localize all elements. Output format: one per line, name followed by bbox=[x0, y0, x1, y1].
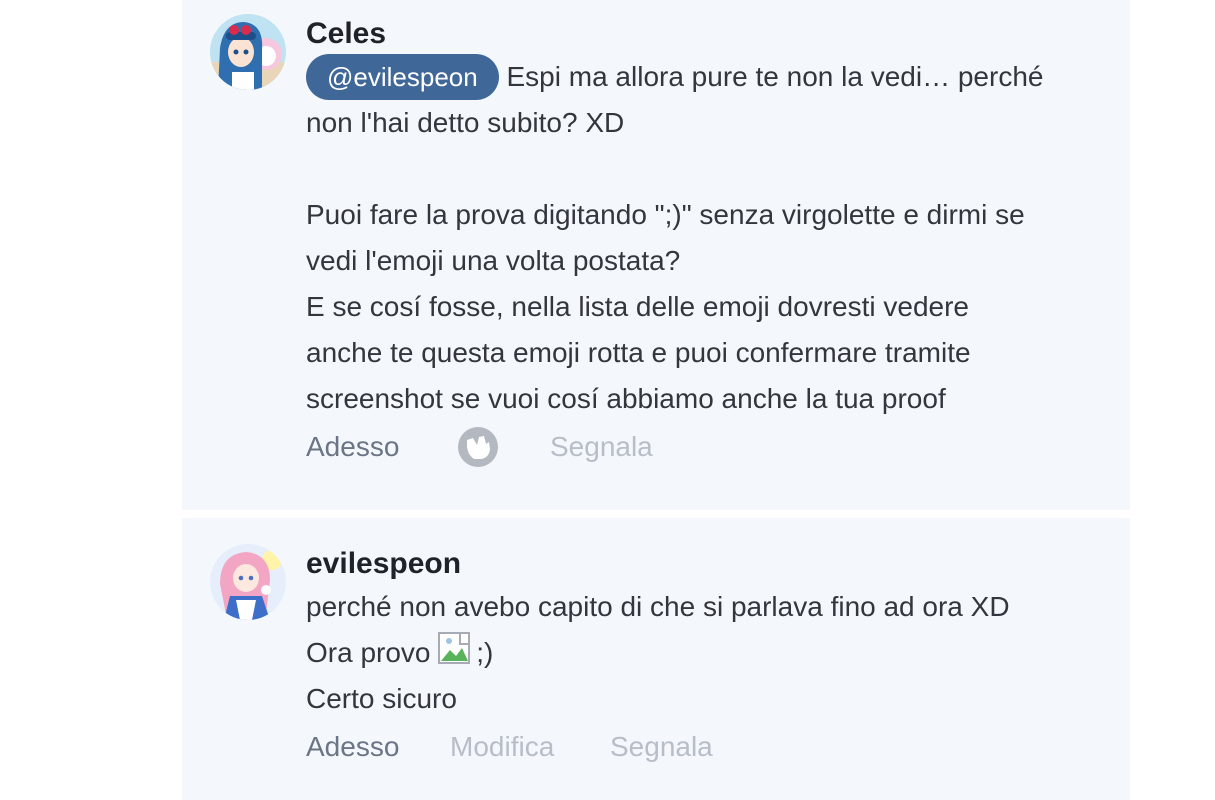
report-link[interactable]: Segnala bbox=[610, 722, 713, 772]
comment-item: Celes @evilespeon Espi ma allora pure te… bbox=[182, 0, 1130, 510]
comment-line: anche te questa emoji rotta e puoi confe… bbox=[306, 337, 971, 368]
comment-line: Ora provo bbox=[306, 637, 431, 668]
report-link[interactable]: Segnala bbox=[550, 422, 653, 472]
comment-body: Celes @evilespeon Espi ma allora pure te… bbox=[306, 14, 1116, 472]
timestamp-link[interactable]: Adesso bbox=[306, 422, 399, 472]
comment-line: perché non avebo capito di che si parlav… bbox=[306, 591, 1010, 622]
emoticon-text: ;) bbox=[476, 637, 494, 668]
comment-feed: Celes @evilespeon Espi ma allora pure te… bbox=[182, 0, 1130, 800]
comment-line: vedi l'emoji una volta postata? bbox=[306, 245, 681, 276]
comment-line: Puoi fare la prova digitando ";)" senza … bbox=[306, 199, 1025, 230]
avatar[interactable] bbox=[210, 544, 286, 620]
edit-link[interactable]: Modifica bbox=[450, 722, 554, 772]
comment-text: perché non avebo capito di che si parlav… bbox=[306, 584, 1116, 722]
timestamp-link[interactable]: Adesso bbox=[306, 722, 399, 772]
comment-text: @evilespeon Espi ma allora pure te non l… bbox=[306, 54, 1116, 422]
comment-body: evilespeon perché non avebo capito di ch… bbox=[306, 544, 1116, 772]
reaction-hand-icon[interactable] bbox=[456, 425, 500, 469]
avatar-anime-girl-icon bbox=[210, 544, 286, 620]
comment-item: evilespeon perché non avebo capito di ch… bbox=[182, 518, 1130, 800]
mention-tag[interactable]: @evilespeon bbox=[306, 54, 499, 100]
comment-actions: Adesso Segnala bbox=[306, 422, 1116, 472]
comment-line: non l'hai detto subito? XD bbox=[306, 107, 625, 138]
comment-line: screenshot se vuoi cosí abbiamo anche la… bbox=[306, 383, 946, 414]
comment-line: Espi ma allora pure te non la vedi… perc… bbox=[506, 61, 1044, 92]
comment-line: Certo sicuro bbox=[306, 683, 457, 714]
avatar[interactable] bbox=[210, 14, 286, 90]
avatar-anime-girl-icon bbox=[210, 14, 286, 90]
comment-author[interactable]: Celes bbox=[306, 14, 1116, 54]
comment-actions: Adesso Modifica Segnala bbox=[306, 722, 1116, 772]
comment-line: E se cosí fosse, nella lista delle emoji… bbox=[306, 291, 969, 322]
comment-author[interactable]: evilespeon bbox=[306, 544, 1116, 584]
broken-image-icon bbox=[438, 632, 471, 664]
